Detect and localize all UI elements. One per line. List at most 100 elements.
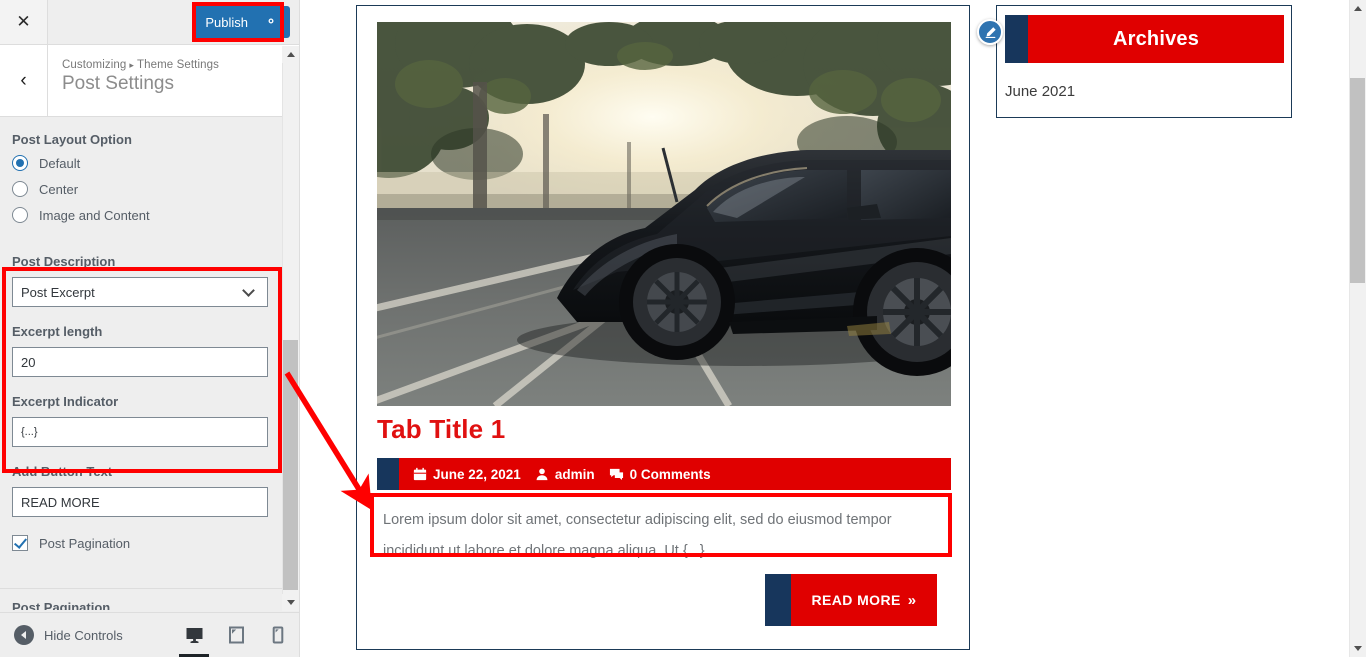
customizer-sidebar: ✕ Publish ‹ Customizing ▸ Theme Settings… (0, 0, 300, 657)
browser-scroll-up-button[interactable] (1349, 0, 1366, 17)
meta-accent-block (377, 458, 399, 490)
checkbox-post-pagination[interactable]: Post Pagination (12, 535, 299, 551)
post-description-label: Post Description (12, 254, 116, 269)
post-excerpt: Lorem ipsum dolor sit amet, consectetur … (383, 512, 892, 559)
excerpt-indicator-value: {...} (21, 426, 38, 438)
post-description-value: Post Excerpt (21, 284, 95, 300)
archives-widget-title: Archives (1112, 27, 1200, 50)
post-author-text: admin (554, 466, 595, 482)
breadcrumb: Customizing ▸ Theme Settings (62, 59, 219, 71)
post-comments: 0 Comments (609, 467, 711, 482)
checkbox-label-post-pagination: Post Pagination (39, 535, 131, 551)
user-icon (536, 468, 548, 481)
triangle-up-icon (1353, 6, 1362, 11)
triangle-down-icon (286, 600, 295, 605)
excerpt-length-input[interactable]: 20 (12, 347, 268, 377)
triangle-down-icon (1353, 646, 1362, 651)
archives-widget: Archives June 2021 (996, 5, 1292, 118)
sidebar-scrollbar[interactable] (282, 46, 299, 611)
edit-shortcut-button[interactable] (977, 19, 1003, 45)
breadcrumb-root[interactable]: Customizing (62, 59, 126, 71)
post-description-select[interactable]: Post Excerpt (12, 277, 268, 307)
device-desktop-button[interactable] (173, 613, 215, 657)
publish-button-wrap: Publish (193, 6, 290, 38)
radio-icon-default[interactable] (12, 155, 28, 171)
sidebar-scrollbar-thumb[interactable] (283, 340, 298, 590)
add-button-text-value: READ MORE (21, 494, 100, 510)
page-title: Post Settings (62, 73, 174, 94)
post-layout-label: Post Layout Option (12, 132, 132, 147)
radio-icon-center[interactable] (12, 181, 28, 197)
mobile-icon (272, 626, 284, 644)
sidebar-scroll-up-button[interactable] (282, 46, 299, 63)
device-tablet-button[interactable] (215, 613, 257, 657)
hide-controls-button[interactable]: Hide Controls (14, 625, 123, 645)
triangle-up-icon (286, 52, 295, 57)
publish-button[interactable]: Publish (193, 6, 290, 38)
chevron-down-icon (242, 283, 255, 297)
calendar-icon (413, 467, 427, 481)
excerpt-length-label: Excerpt length (12, 324, 103, 339)
breadcrumb-separator-icon: ▸ (129, 60, 134, 70)
gear-icon[interactable] (264, 14, 278, 30)
post-comments-text: 0 Comments (629, 466, 711, 482)
desktop-icon (186, 628, 202, 643)
add-button-text-input[interactable]: READ MORE (12, 487, 268, 517)
sidebar-scroll-down-button[interactable] (282, 594, 299, 611)
close-icon: ✕ (16, 12, 31, 31)
radio-post-layout-default[interactable]: Default (12, 155, 299, 171)
post-featured-image[interactable] (377, 22, 951, 406)
archives-widget-header: Archives (1005, 15, 1284, 63)
radio-label-default: Default (39, 155, 81, 171)
publish-button-label: Publish (205, 14, 248, 30)
chevron-left-icon: ‹ (20, 69, 27, 91)
breadcrumb-section[interactable]: Theme Settings (137, 59, 219, 71)
controls-list: Post Layout Option Default Center Image … (0, 118, 299, 612)
checkbox-icon-post-pagination[interactable] (12, 535, 28, 551)
panel-header: ‹ Customizing ▸ Theme Settings Post Settin… (0, 45, 299, 117)
comments-icon (609, 468, 623, 480)
device-mobile-button[interactable] (257, 613, 299, 657)
read-more-accent-block (765, 574, 791, 626)
browser-scrollbar[interactable] (1349, 0, 1366, 657)
screen: ✕ Publish ‹ Customizing ▸ Theme Settings… (0, 0, 1366, 657)
controls-divider (0, 588, 287, 589)
post-pagination-section-label: Post Pagination (12, 600, 111, 610)
back-button[interactable]: ‹ (0, 45, 48, 116)
read-more-label: READ MORE (811, 592, 901, 608)
panel-titles: Customizing ▸ Theme Settings Post Settings (62, 59, 219, 95)
customizer-topbar: ✕ Publish (0, 0, 299, 45)
pencil-icon (985, 26, 996, 38)
post-author: admin (535, 467, 595, 482)
add-button-text-label: Add Button Text (12, 464, 113, 479)
tablet-icon (228, 626, 244, 644)
device-preview-switcher (173, 613, 299, 657)
read-more-label-wrap: READ MORE » (791, 592, 937, 609)
excerpt-indicator-label: Excerpt Indicator (12, 394, 119, 409)
collapse-arrow-icon (14, 625, 34, 645)
site-preview: Tab Title 1 June 22, 2021 admin 0 Commen… (300, 0, 1366, 657)
browser-scrollbar-thumb[interactable] (1350, 78, 1365, 283)
post-title[interactable]: Tab Title 1 (377, 414, 505, 445)
browser-scroll-down-button[interactable] (1349, 640, 1366, 657)
hide-controls-label: Hide Controls (44, 627, 123, 643)
radio-label-center: Center (39, 181, 79, 197)
radio-icon-image-content[interactable] (12, 207, 28, 223)
featured-image-graphic (377, 22, 951, 406)
post-card: Tab Title 1 June 22, 2021 admin 0 Commen… (356, 5, 970, 650)
post-date-text: June 22, 2021 (433, 466, 521, 482)
excerpt-indicator-input[interactable]: {...} (12, 417, 268, 447)
double-chevron-right-icon: » (907, 591, 917, 609)
post-meta-bar: June 22, 2021 admin 0 Comments (377, 458, 951, 490)
excerpt-length-value: 20 (21, 354, 36, 370)
archives-accent-block (1005, 15, 1028, 63)
radio-post-layout-image-content[interactable]: Image and Content (12, 207, 299, 223)
radio-post-layout-center[interactable]: Center (12, 181, 299, 197)
customizer-footer: Hide Controls (0, 612, 299, 657)
read-more-button[interactable]: READ MORE » (765, 574, 937, 626)
close-customizer-button[interactable]: ✕ (0, 0, 48, 44)
radio-label-image-content: Image and Content (39, 207, 150, 223)
post-meta-items: June 22, 2021 admin 0 Comments (413, 467, 711, 482)
archives-list-item[interactable]: June 2021 (1005, 83, 1075, 100)
post-date: June 22, 2021 (413, 467, 521, 482)
